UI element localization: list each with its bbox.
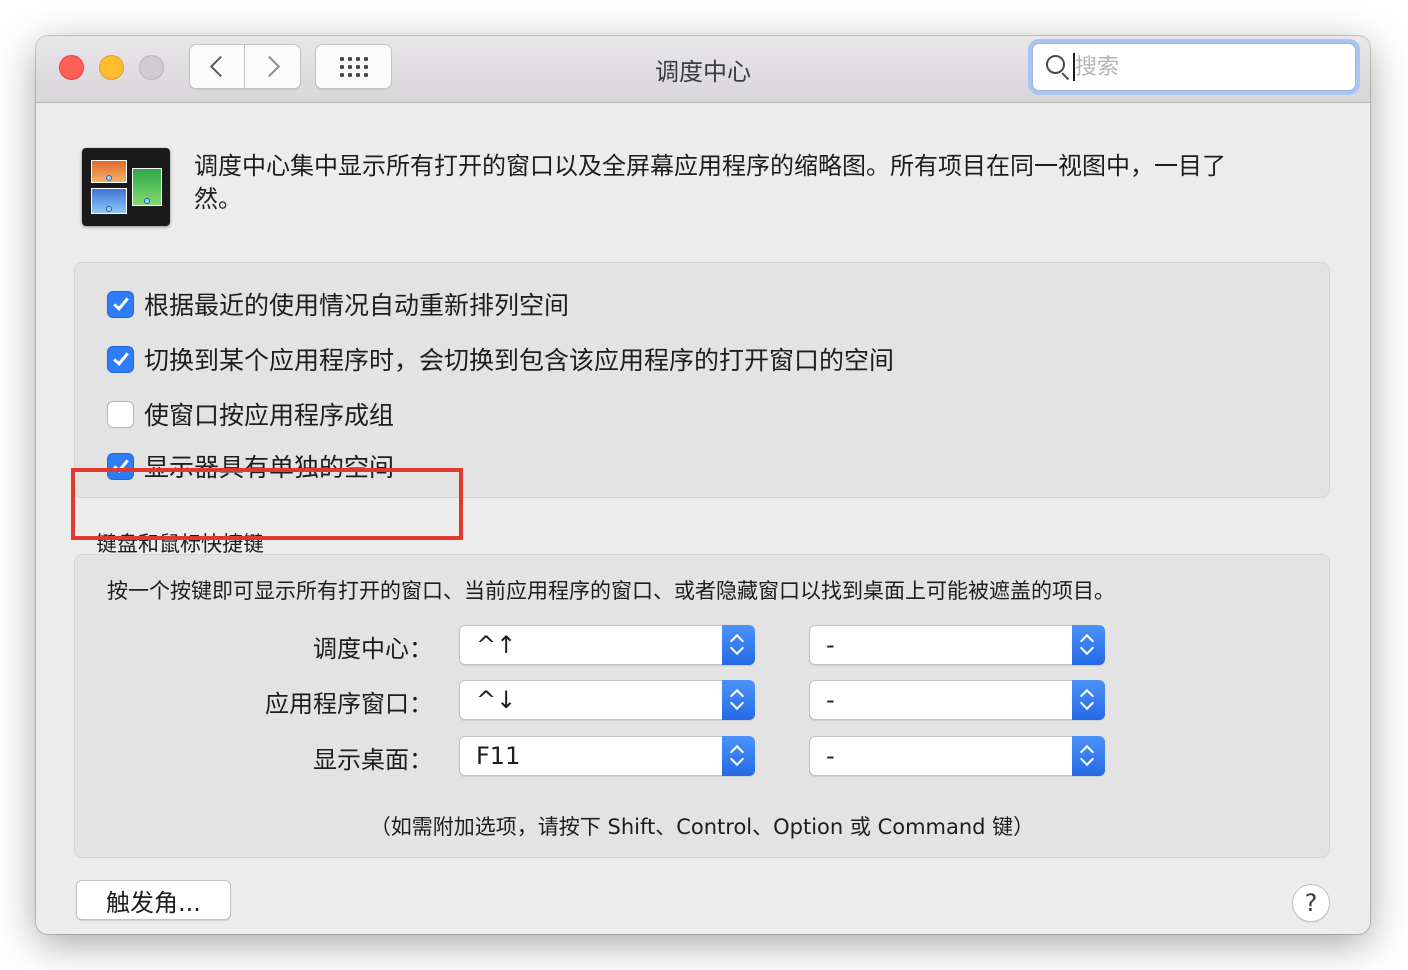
option-rearrange-spaces[interactable]: 根据最近的使用情况自动重新排列空间 xyxy=(107,286,569,322)
popup-stepper-icon xyxy=(1072,736,1105,776)
preferences-content: 调度中心集中显示所有打开的窗口以及全屏幕应用程序的缩略图。所有项目在同一视图中，… xyxy=(36,104,1370,934)
search-input[interactable] xyxy=(1075,54,1335,80)
checkbox-checked[interactable] xyxy=(107,345,134,373)
back-button[interactable] xyxy=(189,44,245,89)
close-window-button[interactable] xyxy=(59,55,84,80)
minimize-window-button[interactable] xyxy=(99,55,124,80)
mission-control-mouse-popup[interactable]: - xyxy=(809,625,1105,665)
mission-control-key-popup[interactable]: ^↑ xyxy=(459,625,755,665)
popup-stepper-icon xyxy=(722,736,755,776)
help-button[interactable]: ? xyxy=(1292,884,1330,922)
search-icon xyxy=(1045,54,1071,81)
option-label: 根据最近的使用情况自动重新排列空间 xyxy=(144,291,570,320)
shortcut-label-mission-control: 调度中心： xyxy=(313,635,433,663)
option-label: 使窗口按应用程序成组 xyxy=(144,401,395,430)
app-windows-key-popup[interactable]: ^↓ xyxy=(459,680,755,720)
popup-value: - xyxy=(826,631,835,659)
popup-value: - xyxy=(826,686,835,714)
shortcuts-description: 按一个按键即可显示所有打开的窗口、当前应用程序的窗口、或者隐藏窗口以找到桌面上可… xyxy=(107,579,1115,603)
option-switch-to-space[interactable]: 切换到某个应用程序时，会切换到包含该应用程序的打开窗口的空间 xyxy=(107,341,894,377)
popup-value: - xyxy=(826,742,835,770)
option-label: 显示器具有单独的空间 xyxy=(144,453,395,482)
forward-button[interactable] xyxy=(245,44,301,89)
shortcut-label-app-windows: 应用程序窗口： xyxy=(265,690,433,718)
popup-value: F11 xyxy=(476,742,521,770)
popup-value: ^↓ xyxy=(476,686,517,714)
search-field[interactable] xyxy=(1032,43,1356,91)
option-group-by-app[interactable]: 使窗口按应用程序成组 xyxy=(107,396,394,432)
option-separate-spaces[interactable]: 显示器具有单独的空间 xyxy=(107,448,394,484)
popup-stepper-icon xyxy=(722,680,755,720)
shortcuts-panel: 按一个按键即可显示所有打开的窗口、当前应用程序的窗口、或者隐藏窗口以找到桌面上可… xyxy=(74,554,1330,858)
popup-stepper-icon xyxy=(1072,680,1105,720)
mission-control-icon xyxy=(82,148,170,226)
popup-value: ^↑ xyxy=(476,631,517,659)
options-panel: 根据最近的使用情况自动重新排列空间 切换到某个应用程序时，会切换到包含该应用程序… xyxy=(74,262,1330,498)
checkbox-unchecked[interactable] xyxy=(107,400,134,428)
zoom-window-button[interactable] xyxy=(139,55,164,80)
preferences-window: 调度中心 调度中心集中显示所有打开的窗口以及全屏幕应用程序的缩略图。所有项目在同… xyxy=(36,36,1370,934)
app-windows-mouse-popup[interactable]: - xyxy=(809,680,1105,720)
shortcut-label-show-desktop: 显示桌面： xyxy=(313,746,433,774)
popup-stepper-icon xyxy=(722,625,755,665)
chevron-left-icon xyxy=(209,55,231,78)
checkbox-checked[interactable] xyxy=(107,290,134,318)
titlebar: 调度中心 xyxy=(36,36,1370,103)
grid-icon xyxy=(339,56,368,77)
show-desktop-key-popup[interactable]: F11 xyxy=(459,736,755,776)
checkbox-checked[interactable] xyxy=(107,452,134,480)
hot-corners-button[interactable]: 触发角... xyxy=(76,880,231,920)
popup-stepper-icon xyxy=(1072,625,1105,665)
option-label: 切换到某个应用程序时，会切换到包含该应用程序的打开窗口的空间 xyxy=(144,346,895,375)
pane-description: 调度中心集中显示所有打开的窗口以及全屏幕应用程序的缩略图。所有项目在同一视图中，… xyxy=(194,152,1226,213)
modifier-hint: （如需附加选项，请按下 Shift、Control、Option 或 Comma… xyxy=(369,815,1035,839)
show-all-button[interactable] xyxy=(315,44,392,89)
chevron-right-icon xyxy=(258,55,281,78)
show-desktop-mouse-popup[interactable]: - xyxy=(809,736,1105,776)
